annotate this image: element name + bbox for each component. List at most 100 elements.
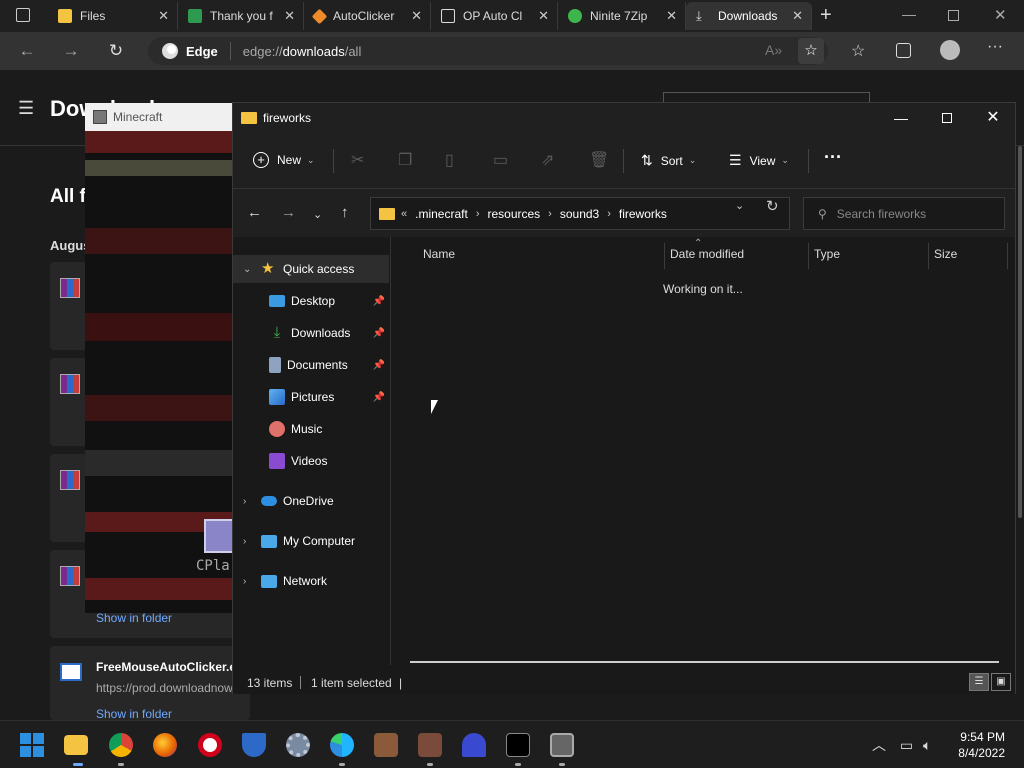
forward-icon[interactable]: → — [60, 40, 82, 62]
add-favorite-icon[interactable]: ☆ — [798, 38, 824, 64]
nav-onedrive[interactable]: › OneDrive — [233, 487, 389, 515]
breadcrumb-overflow[interactable]: « — [401, 208, 407, 220]
settings-gear-icon[interactable] — [286, 733, 310, 757]
column-name[interactable]: Name — [423, 247, 455, 261]
defender-icon[interactable] — [242, 733, 266, 757]
tab-files[interactable]: Files ✕ — [48, 2, 178, 30]
view-button[interactable]: ☰ View ⌄ — [729, 152, 789, 169]
breadcrumb-item[interactable]: sound3 — [560, 207, 599, 221]
new-tab-button[interactable]: + — [820, 4, 832, 27]
minecraft-titlebar[interactable]: Minecraft — [85, 103, 235, 131]
nav-pictures[interactable]: Pictures 📌 — [233, 383, 389, 411]
edge-icon[interactable] — [330, 733, 354, 757]
read-aloud-icon[interactable]: A» — [765, 42, 782, 58]
nav-music[interactable]: Music — [233, 415, 389, 443]
close-tab-icon[interactable]: ✕ — [792, 8, 803, 24]
clock[interactable]: 9:54 PM 8/4/2022 — [955, 729, 1005, 761]
close-tab-icon[interactable]: ✕ — [666, 8, 677, 24]
tiles-view-icon[interactable]: ▣ — [991, 673, 1011, 691]
close-tab-icon[interactable]: ✕ — [284, 8, 295, 24]
column-type[interactable]: Type — [814, 247, 840, 261]
vertical-scrollbar[interactable] — [1018, 146, 1022, 518]
network-status-icon[interactable]: ▭ — [900, 737, 913, 753]
minecraft-button[interactable] — [204, 519, 234, 553]
up-icon[interactable]: ↑ — [341, 204, 349, 221]
favorites-icon[interactable]: ☆ — [851, 41, 865, 61]
recent-locations-icon[interactable]: ⌄ — [313, 208, 322, 221]
column-size[interactable]: Size — [934, 247, 957, 261]
back-icon[interactable]: ← — [247, 204, 262, 221]
firefox-icon[interactable] — [153, 733, 177, 757]
show-in-folder-link[interactable]: Show in folder — [96, 611, 172, 625]
show-in-folder-link[interactable]: Show in folder — [96, 707, 172, 721]
nav-desktop[interactable]: Desktop 📌 — [233, 287, 389, 315]
copy-icon[interactable]: ❐ — [398, 150, 412, 170]
tab-thank-you[interactable]: Thank you f ✕ — [178, 2, 304, 30]
breadcrumb-item[interactable]: .minecraft — [415, 207, 468, 221]
minimize-icon[interactable]: — — [878, 105, 924, 131]
tab-downloads[interactable]: ⤓ Downloads ✕ — [686, 2, 812, 30]
tab-actions-icon[interactable] — [16, 8, 30, 22]
nav-videos[interactable]: Videos — [233, 447, 389, 475]
share-icon[interactable]: ⇗ — [541, 150, 554, 170]
cut-icon[interactable]: ✂ — [351, 150, 364, 170]
more-options-icon[interactable]: ··· — [824, 147, 842, 168]
new-button[interactable]: + New ⌄ — [253, 152, 315, 168]
nav-documents[interactable]: Documents 📌 — [233, 351, 389, 379]
breadcrumb-item[interactable]: resources — [487, 207, 540, 221]
breadcrumb-item[interactable]: fireworks — [619, 207, 667, 221]
tab-autoclicker[interactable]: AutoClicker ✕ — [304, 2, 431, 30]
tab-ninite[interactable]: Ninite 7Zip ✕ — [558, 2, 686, 30]
address-dropdown-icon[interactable]: ⌄ — [735, 199, 744, 212]
file-explorer-icon[interactable] — [64, 735, 88, 755]
close-tab-icon[interactable]: ✕ — [411, 8, 422, 24]
maximize-icon[interactable] — [924, 105, 970, 131]
downloads-search-box[interactable] — [663, 92, 870, 102]
profile-avatar-icon[interactable] — [940, 40, 960, 60]
refresh-icon[interactable]: ↻ — [766, 197, 779, 215]
collections-icon[interactable] — [896, 43, 911, 58]
search-input[interactable]: ⚲ Search fireworks — [803, 197, 1005, 230]
address-input[interactable]: Edge edge://downloads/all — [148, 37, 828, 65]
forward-icon[interactable]: → — [281, 204, 296, 221]
pin-icon[interactable]: 📌 — [373, 392, 385, 403]
chrome-icon[interactable] — [109, 733, 133, 757]
chevron-up-icon[interactable]: ︿ — [872, 737, 886, 753]
close-tab-icon[interactable]: ✕ — [158, 8, 169, 24]
nav-my-computer[interactable]: › My Computer — [233, 527, 389, 555]
nav-network[interactable]: › Network — [233, 567, 389, 595]
pin-icon[interactable]: 📌 — [373, 360, 385, 371]
close-tab-icon[interactable]: ✕ — [538, 8, 549, 24]
nav-downloads[interactable]: ⤓ Downloads 📌 — [233, 319, 389, 347]
sort-button[interactable]: ⇅ Sort ⌄ — [641, 152, 696, 169]
breadcrumb[interactable]: « .minecraft › resources › sound3 › firewor… — [370, 197, 790, 230]
minecraft-launcher-icon[interactable] — [374, 733, 398, 757]
start-icon[interactable] — [20, 733, 44, 757]
pin-icon[interactable]: 📌 — [373, 328, 385, 339]
close-window-icon[interactable]: ✕ — [994, 6, 1007, 24]
opera-icon[interactable] — [198, 733, 222, 757]
app-icon[interactable] — [462, 733, 486, 757]
minecraft-window-icon[interactable] — [550, 733, 574, 757]
details-view-icon[interactable]: ☰ — [969, 673, 989, 691]
nav-quick-access[interactable]: ⌄ ★ Quick access — [233, 255, 389, 283]
pin-icon[interactable]: 📌 — [373, 296, 385, 307]
settings-more-icon[interactable]: ··· — [987, 38, 1003, 56]
volume-icon[interactable]: 🔈︎ — [923, 737, 931, 753]
minecraft-launcher-icon[interactable] — [418, 733, 442, 757]
refresh-icon[interactable]: ↻ — [105, 40, 127, 62]
column-date-modified[interactable]: Date modified — [670, 247, 744, 261]
paste-icon[interactable]: ▯ — [445, 150, 454, 170]
close-window-icon[interactable]: ✕ — [970, 105, 1016, 131]
menu-icon[interactable]: ☰ — [18, 98, 34, 119]
tab-op-auto-clicker[interactable]: OP Auto Cl ✕ — [431, 2, 558, 30]
terminal-icon[interactable] — [506, 733, 530, 757]
rename-icon[interactable]: ▭ — [493, 150, 508, 170]
explorer-titlebar[interactable]: fireworks — ✕ — [233, 103, 1015, 133]
restore-icon[interactable] — [948, 10, 959, 21]
chevron-right-icon: › — [243, 575, 247, 587]
minimize-icon[interactable]: — — [902, 6, 916, 22]
back-icon[interactable]: ← — [16, 40, 38, 62]
horizontal-scrollbar[interactable] — [410, 661, 999, 663]
delete-icon[interactable]: 🗑 — [589, 150, 609, 170]
